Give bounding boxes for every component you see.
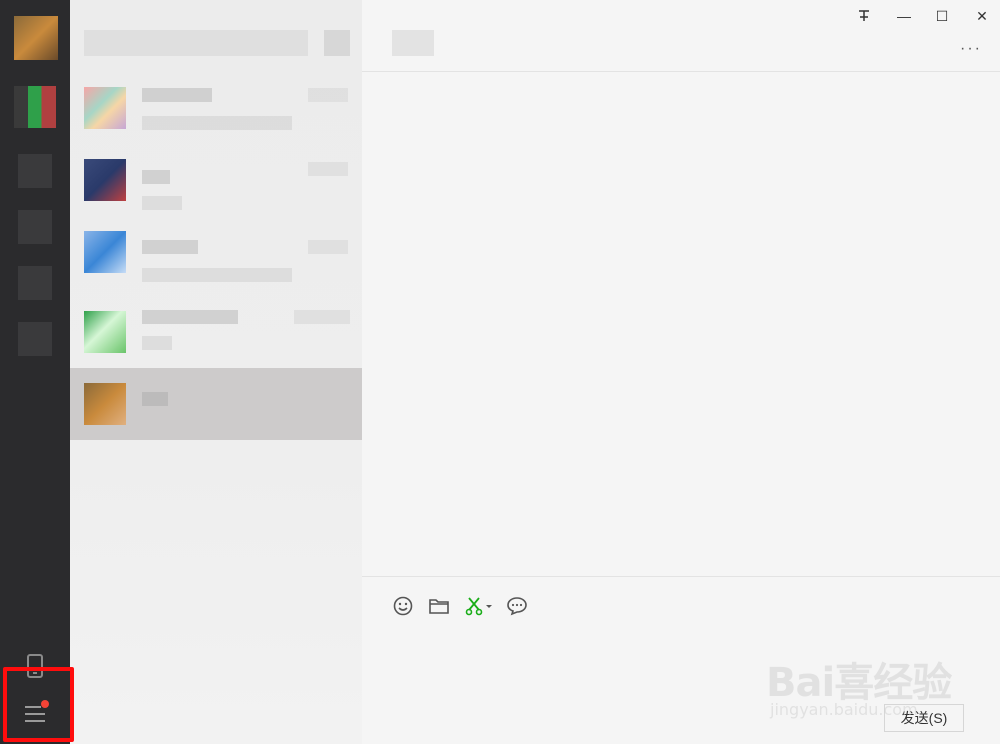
avatar <box>84 231 126 273</box>
list-item[interactable] <box>70 144 362 216</box>
menu-highlight-box <box>3 667 74 742</box>
search-bar[interactable] <box>70 0 362 64</box>
minimize-button[interactable]: — <box>892 5 916 27</box>
chat-bubble-icon <box>507 597 527 616</box>
close-button[interactable]: ✕ <box>970 5 994 27</box>
favorites-tab-icon[interactable] <box>18 210 52 244</box>
chat-history-button[interactable] <box>506 595 528 617</box>
navigation-rail <box>0 0 70 744</box>
files-tab-icon[interactable] <box>18 266 52 300</box>
list-item[interactable] <box>70 72 362 144</box>
chat-title <box>392 30 434 56</box>
contacts-tab-icon[interactable] <box>18 154 52 188</box>
user-avatar[interactable] <box>14 16 58 60</box>
screenshot-button[interactable] <box>464 595 494 617</box>
baidu-watermark: Bai喜经验 jingyan.baidu.com <box>766 630 986 730</box>
file-button[interactable] <box>428 595 450 617</box>
chats-tab-icon[interactable] <box>14 86 56 128</box>
emoji-button[interactable] <box>392 595 414 617</box>
close-icon: ✕ <box>976 7 988 24</box>
maximize-icon: ☐ <box>935 7 949 24</box>
list-item-selected[interactable] <box>70 368 362 440</box>
list-item[interactable] <box>70 296 362 368</box>
conversation-list <box>70 0 362 744</box>
avatar <box>84 383 126 425</box>
avatar <box>84 311 126 353</box>
minimize-icon: — <box>897 8 911 24</box>
more-button[interactable]: ··· <box>960 40 982 58</box>
avatar <box>84 87 126 129</box>
list-item[interactable] <box>70 216 362 288</box>
scissors-icon <box>465 597 492 616</box>
maximize-button[interactable]: ☐ <box>930 5 954 27</box>
watermark-url: jingyan.baidu.com <box>770 700 918 719</box>
search-input[interactable] <box>84 30 308 56</box>
avatar <box>84 159 126 201</box>
chat-header: — ☐ ✕ ··· <box>362 0 1000 72</box>
pin-icon <box>859 10 869 21</box>
add-chat-button[interactable] <box>324 30 350 56</box>
folder-icon <box>429 599 449 614</box>
pin-button[interactable] <box>852 5 876 27</box>
moments-tab-icon[interactable] <box>18 322 52 356</box>
emoji-icon <box>393 596 413 616</box>
